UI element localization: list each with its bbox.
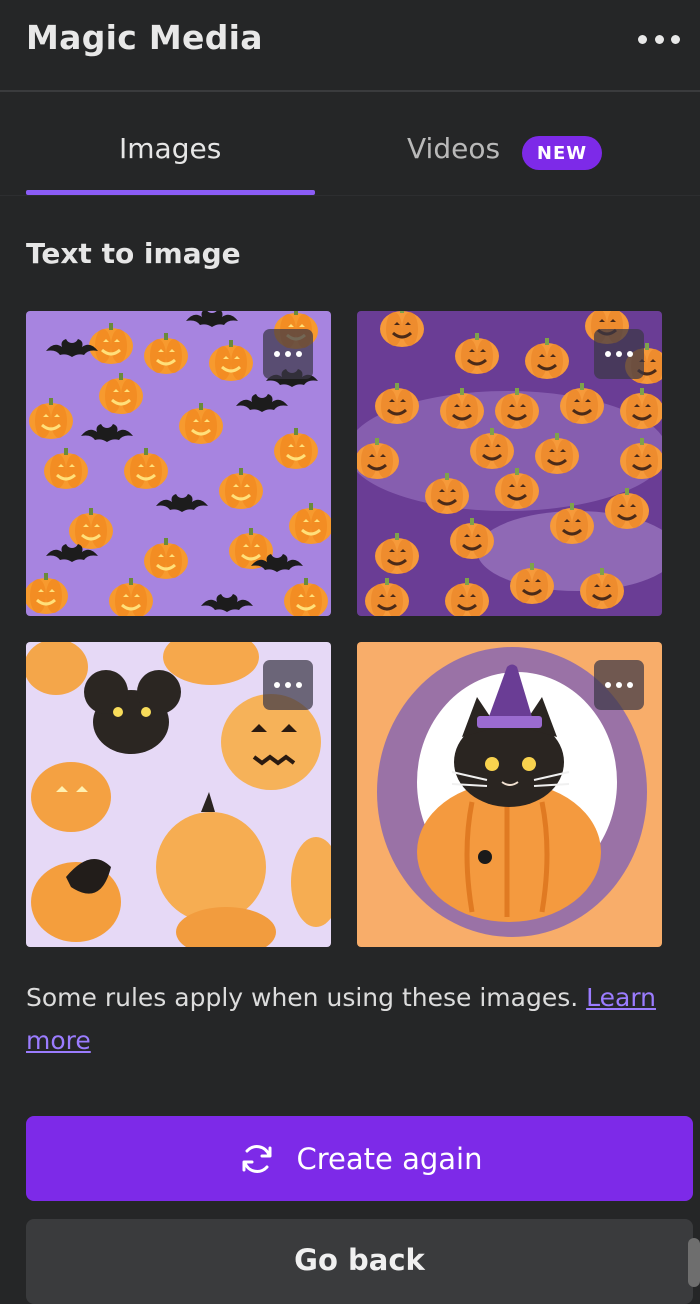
result-image-1[interactable] xyxy=(26,311,331,616)
scrollbar-thumb[interactable] xyxy=(688,1238,700,1287)
result-image-4[interactable] xyxy=(357,642,662,947)
tabs-divider xyxy=(0,195,700,196)
more-horizontal-icon xyxy=(638,34,647,44)
more-horizontal-icon xyxy=(616,351,622,357)
more-horizontal-icon xyxy=(274,682,280,688)
media-tabs: Images Videos NEW xyxy=(0,92,700,196)
image-options-button[interactable] xyxy=(594,660,644,710)
more-horizontal-icon xyxy=(605,351,611,357)
tab-images[interactable]: Images xyxy=(119,132,221,165)
go-back-button[interactable]: Go back xyxy=(26,1219,693,1304)
more-horizontal-icon xyxy=(274,351,280,357)
refresh-icon xyxy=(242,1144,272,1173)
create-again-button[interactable]: Create again xyxy=(26,1116,693,1201)
more-horizontal-icon xyxy=(296,351,302,357)
new-badge: NEW xyxy=(522,136,602,170)
result-image-3[interactable] xyxy=(26,642,331,947)
more-horizontal-icon xyxy=(285,682,291,688)
more-horizontal-icon xyxy=(296,682,302,688)
image-options-button[interactable] xyxy=(263,660,313,710)
more-horizontal-icon xyxy=(654,34,664,44)
create-again-label: Create again xyxy=(296,1141,483,1176)
more-horizontal-icon xyxy=(627,351,633,357)
panel-header: Magic Media xyxy=(0,0,700,92)
panel-title: Magic Media xyxy=(26,18,263,57)
more-horizontal-icon xyxy=(616,682,622,688)
image-options-button[interactable] xyxy=(594,329,644,379)
usage-notice-text: Some rules apply when using these images… xyxy=(26,983,587,1012)
result-image-2[interactable] xyxy=(357,311,662,616)
more-horizontal-icon xyxy=(671,34,680,44)
section-title: Text to image xyxy=(26,237,241,270)
usage-notice: Some rules apply when using these images… xyxy=(26,976,666,1062)
tab-videos[interactable]: Videos xyxy=(407,132,500,165)
go-back-label: Go back xyxy=(294,1243,425,1277)
image-options-button[interactable] xyxy=(263,329,313,379)
more-horizontal-icon xyxy=(285,351,291,357)
more-horizontal-icon xyxy=(627,682,633,688)
more-options-button[interactable] xyxy=(638,26,680,52)
more-horizontal-icon xyxy=(605,682,611,688)
